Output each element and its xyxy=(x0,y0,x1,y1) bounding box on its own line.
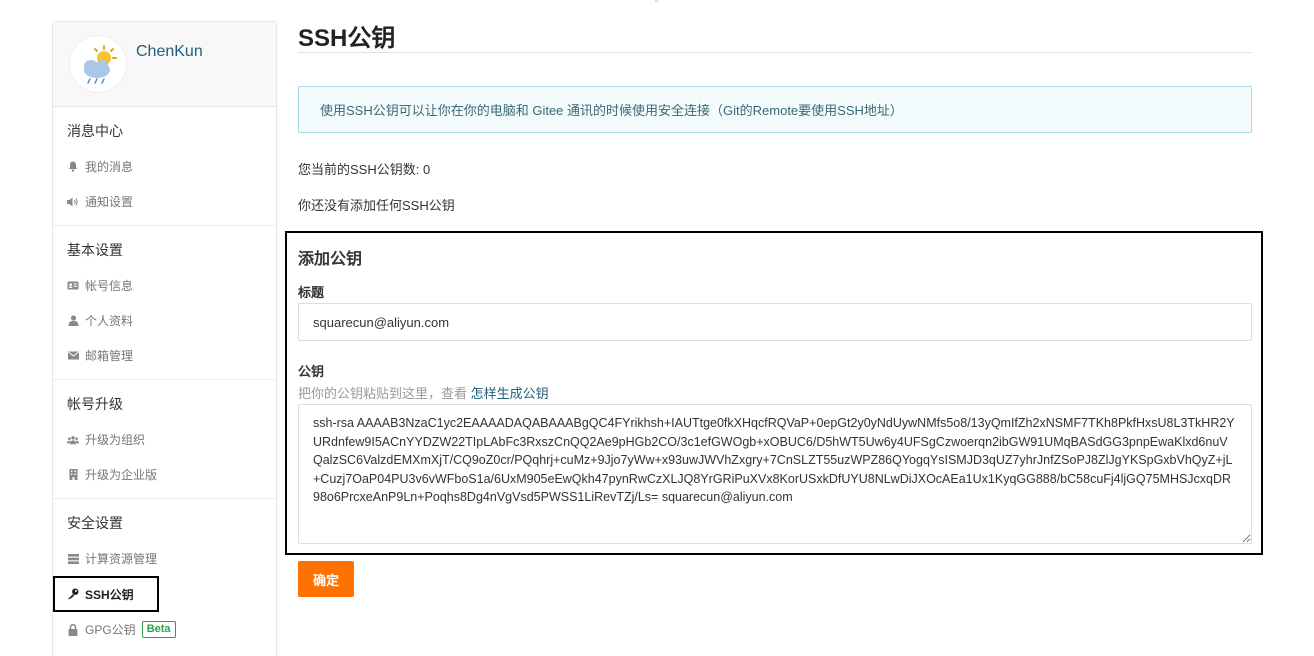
sidebar-item-label: 帐号信息 xyxy=(85,279,134,293)
sidebar-item-label: 升级为组织 xyxy=(85,433,146,447)
confirm-button[interactable]: 确定 xyxy=(298,561,354,597)
sidebar-item-compute-resources[interactable]: 计算资源管理 xyxy=(53,541,276,576)
avatar[interactable] xyxy=(69,35,127,93)
sidebar-item-gpg-keys[interactable]: GPG公钥 Beta xyxy=(53,612,276,647)
info-alert: 使用SSH公钥可以让你在你的电脑和 Gitee 通讯的时候使用安全连接（Git的… xyxy=(298,86,1252,133)
section-title: 安全设置 xyxy=(67,515,123,531)
bell-icon xyxy=(67,161,79,173)
key-hint: 把你的公钥粘贴到这里，查看 怎样生成公钥 xyxy=(298,383,549,402)
building-icon xyxy=(67,469,79,481)
sidebar-item-label: 个人资料 xyxy=(85,314,134,328)
sidebar-item-label: 我的消息 xyxy=(85,160,134,174)
settings-sidebar: ChenKun 消息中心 我的消息 通知设置 基本设置 帐号信息 个人资料 邮箱… xyxy=(52,21,277,656)
sidebar-item-profile[interactable]: 个人资料 xyxy=(53,303,276,338)
section-title: 消息中心 xyxy=(67,123,123,139)
sidebar-item-upgrade-organization[interactable]: 升级为组织 xyxy=(53,422,276,457)
how-to-generate-key-link[interactable]: 怎样生成公钥 xyxy=(471,386,549,401)
sidebar-item-notification-settings[interactable]: 通知设置 xyxy=(53,184,276,219)
sidebar-item-label: 升级为企业版 xyxy=(85,468,158,482)
form-heading: 添加公钥 xyxy=(298,251,363,268)
section-security-settings: 安全设置 计算资源管理 SSH公钥 GPG公钥 Beta xyxy=(53,499,276,653)
sidebar-item-label: GPG公钥 xyxy=(85,623,136,637)
info-alert-text: 使用SSH公钥可以让你在你的电脑和 Gitee 通讯的时候使用安全连接（Git的… xyxy=(320,103,903,118)
server-icon xyxy=(67,553,79,565)
user-icon xyxy=(67,315,79,327)
section-account-upgrade: 帐号升级 升级为组织 升级为企业版 xyxy=(53,380,276,499)
envelope-icon xyxy=(67,350,79,362)
title-input[interactable] xyxy=(298,303,1252,341)
key-hint-text: 把你的公钥粘贴到这里，查看 xyxy=(298,386,471,401)
speaker-icon xyxy=(67,196,79,208)
sidebar-item-ssh-keys[interactable]: SSH公钥 xyxy=(53,576,159,612)
ssh-key-count: 您当前的SSH公钥数: 0 xyxy=(298,162,431,177)
id-card-icon xyxy=(67,280,79,292)
sidebar-item-label: SSH公钥 xyxy=(85,587,134,602)
profile-header: ChenKun xyxy=(53,22,276,107)
empty-state-text: 你还没有添加任何SSH公钥 xyxy=(298,198,455,213)
weather-avatar-icon xyxy=(84,45,117,84)
username[interactable]: ChenKun xyxy=(136,43,203,61)
section-title: 帐号升级 xyxy=(67,396,123,412)
key-label: 公钥 xyxy=(298,364,325,379)
lock-icon xyxy=(67,623,79,636)
beta-badge: Beta xyxy=(141,621,176,638)
key-icon xyxy=(67,588,79,600)
top-indicator xyxy=(655,0,658,2)
sidebar-item-email-management[interactable]: 邮箱管理 xyxy=(53,338,276,373)
page-title: SSH公钥 xyxy=(298,25,396,52)
group-icon xyxy=(67,434,79,446)
sidebar-item-label: 计算资源管理 xyxy=(85,552,158,566)
sidebar-item-my-messages[interactable]: 我的消息 xyxy=(53,149,276,184)
section-basic-settings: 基本设置 帐号信息 个人资料 邮箱管理 xyxy=(53,226,276,380)
title-label: 标题 xyxy=(298,285,325,300)
sidebar-item-label: 邮箱管理 xyxy=(85,349,134,363)
section-title: 基本设置 xyxy=(67,242,123,258)
sidebar-item-account-info[interactable]: 帐号信息 xyxy=(53,268,276,303)
title-divider xyxy=(298,52,1252,53)
section-messages: 消息中心 我的消息 通知设置 xyxy=(53,107,276,226)
sidebar-item-upgrade-enterprise[interactable]: 升级为企业版 xyxy=(53,457,276,492)
public-key-textarea[interactable]: ssh-rsa AAAAB3NzaC1yc2EAAAADAQABAAABgQC4… xyxy=(298,404,1252,544)
sidebar-item-label: 通知设置 xyxy=(85,195,134,209)
